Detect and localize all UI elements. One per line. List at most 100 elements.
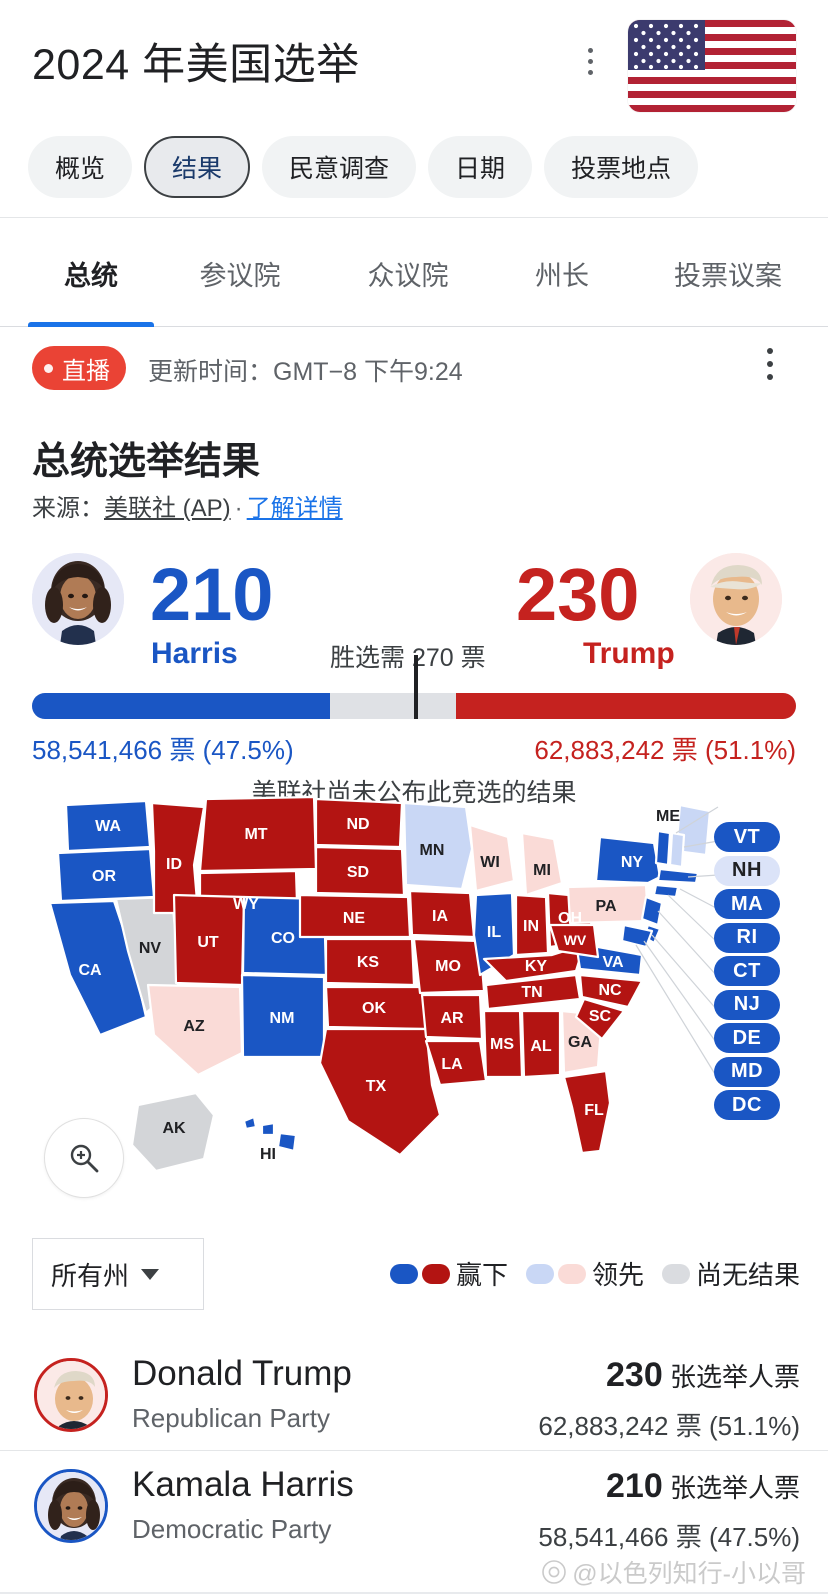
harris-electoral-count: 210: [150, 553, 274, 636]
callout-DE[interactable]: DE: [714, 1023, 780, 1053]
candidate-name: Kamala Harris: [132, 1465, 354, 1504]
tab-label: 州长: [535, 260, 589, 291]
state-label-NC: NC: [598, 982, 622, 999]
callout-label: DE: [732, 1026, 762, 1049]
candidate-party: Republican Party: [132, 1403, 330, 1433]
electoral-map[interactable]: WA OR CA ID MT WY UT CO NM ND SD NE KS O…: [0, 785, 828, 1210]
header-pill-nav: 概览 结果 民意调查 日期 投票地点: [28, 136, 699, 198]
pill-label: 结果: [172, 155, 223, 183]
callout-label: VT: [733, 825, 761, 848]
legend-label-leading: 领先: [591, 1260, 644, 1290]
weibo-watermark: @以色列知行-小以哥: [541, 1554, 806, 1590]
legend-swatch-won-rep: [421, 1263, 450, 1284]
pill-dates[interactable]: 日期: [428, 136, 533, 198]
state-label-MN: MN: [420, 842, 445, 859]
state-label-ND: ND: [346, 816, 369, 833]
state-label-SC: SC: [589, 1008, 612, 1025]
state-HI-3: [276, 1131, 298, 1153]
callout-CT[interactable]: CT: [714, 956, 780, 986]
results-overflow-menu-icon[interactable]: [760, 348, 780, 388]
learn-more-link[interactable]: 了解详情: [247, 495, 343, 522]
trump-progress-fill: [456, 693, 796, 719]
trump-name-label: Trump: [583, 637, 675, 670]
candidate-name: Donald Trump: [132, 1354, 352, 1393]
last-updated-text: 更新时间：GMT−8 下午9:24: [148, 358, 463, 386]
live-badge: 直播: [32, 346, 126, 390]
state-label-LA: LA: [441, 1056, 463, 1073]
candidate-electoral-votes: 230 张选举人票: [606, 1356, 800, 1395]
callout-VT[interactable]: VT: [714, 822, 780, 852]
race-tab-bar: 总统 参议院 众议院 州长 投票议案: [0, 219, 828, 327]
pill-overview[interactable]: 概览: [28, 136, 133, 198]
callout-label: MA: [730, 892, 764, 915]
callout-label: CT: [733, 959, 761, 982]
header-overflow-menu-icon[interactable]: [578, 48, 602, 84]
tab-ballot-measures[interactable]: 投票议案: [646, 219, 810, 327]
state-label-MO: MO: [435, 958, 461, 975]
candidate-popular-votes: 58,541,466 票 (47.5%): [538, 1522, 800, 1552]
pill-results[interactable]: 结果: [144, 136, 251, 198]
pill-label: 概览: [55, 155, 106, 183]
state-label-CA: CA: [78, 962, 102, 979]
candidate-electoral-unit: 张选举人票: [669, 1473, 800, 1503]
tab-senate[interactable]: 参议院: [172, 219, 308, 327]
watermark-text: @以色列知行-小以哥: [572, 1560, 806, 1588]
results-heading: 总统选举结果: [32, 441, 261, 483]
source-prefix: 来源：: [32, 495, 104, 522]
state-label-CO: CO: [271, 930, 295, 947]
callout-label: DC: [732, 1093, 762, 1116]
state-label-IN: IN: [523, 918, 539, 935]
candidate-electoral-value: 210: [606, 1467, 663, 1505]
state-label-WY: WY: [233, 896, 259, 913]
candidate-electoral-value: 230: [606, 1356, 663, 1394]
page-header: 2024 年美国选举 概览 结果 民意调查 日期 投票地点: [0, 0, 828, 218]
state-HI-2: [260, 1121, 276, 1137]
candidate-electoral-unit: 张选举人票: [669, 1362, 800, 1392]
threshold-label: 胜选需 270 票: [330, 644, 486, 672]
state-label-OK: OK: [362, 1000, 386, 1017]
trump-electoral-count: 230: [516, 553, 640, 636]
source-separator: ·: [234, 495, 243, 522]
state-label-AK: AK: [162, 1120, 186, 1137]
callout-RI[interactable]: RI: [714, 922, 780, 953]
live-status-row: 直播 更新时间：GMT−8 下午9:24: [0, 340, 828, 400]
state-label-KS: KS: [357, 954, 380, 971]
callout-label: NH: [732, 859, 762, 881]
state-label-IA: IA: [432, 908, 448, 925]
legend-item-won: 赢下: [389, 1255, 508, 1292]
pill-polling-places[interactable]: 投票地点: [544, 136, 699, 198]
legend-swatch-no-result: [661, 1263, 690, 1284]
state-label-NV: NV: [139, 940, 162, 957]
state-label-NM: NM: [270, 1010, 295, 1027]
tab-label: 参议院: [199, 260, 281, 291]
scoreboard: 210 Harris 胜选需 270 票 230 Trump 58,541,46…: [0, 545, 828, 807]
legend-swatch-won-dem: [389, 1263, 418, 1284]
callout-NJ[interactable]: NJ: [714, 989, 780, 1020]
state-filter-dropdown[interactable]: 所有州: [32, 1238, 204, 1310]
state-label-MS: MS: [490, 1036, 514, 1053]
state-label-MT: MT: [244, 826, 267, 843]
state-label-IL: IL: [487, 924, 501, 941]
harris-progress-fill: [32, 693, 330, 719]
source-line: 来源：美联社 (AP) · 了解详情: [32, 488, 343, 523]
tab-governor[interactable]: 州长: [508, 219, 616, 327]
callout-DC[interactable]: DC: [714, 1090, 780, 1120]
candidate-row-harris[interactable]: Kamala Harris Democratic Party 210 张选举人票…: [0, 1450, 828, 1560]
electoral-progress-bar: [32, 655, 796, 719]
pill-label: 日期: [455, 155, 506, 183]
callout-NH[interactable]: NH: [714, 855, 780, 886]
pill-label: 民意调查: [289, 155, 390, 183]
tab-president[interactable]: 总统: [28, 219, 154, 327]
tab-house[interactable]: 众议院: [340, 219, 476, 327]
candidate-popular-votes: 62,883,242 票 (51.1%): [538, 1411, 800, 1441]
state-label-OH: OH: [558, 910, 582, 927]
state-label-TX: TX: [366, 1078, 387, 1095]
pill-polls[interactable]: 民意调查: [262, 136, 417, 198]
candidate-row-trump[interactable]: Donald Trump Republican Party 230 张选举人票 …: [0, 1340, 828, 1450]
state-label-FL: FL: [584, 1102, 604, 1119]
state-label-HI: HI: [260, 1146, 276, 1163]
state-label-ID: ID: [166, 856, 182, 873]
map-zoom-in-button[interactable]: [44, 1118, 124, 1198]
callout-MD[interactable]: MD: [714, 1056, 780, 1087]
callout-MA[interactable]: MA: [714, 889, 780, 919]
